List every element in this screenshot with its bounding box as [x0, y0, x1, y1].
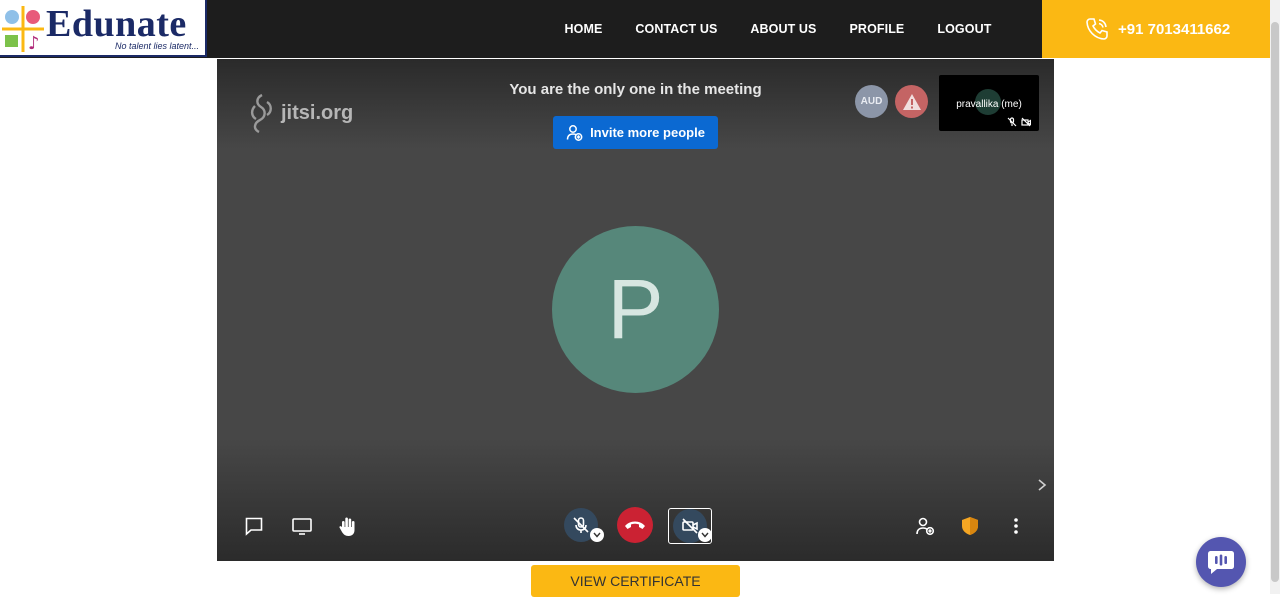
only-one-notice: You are the only one in the meeting — [509, 81, 762, 98]
jitsi-watermark[interactable]: jitsi.org — [247, 92, 353, 134]
svg-text:♪: ♪ — [28, 33, 40, 52]
nav-home[interactable]: HOME — [565, 22, 603, 36]
chat-bubble-icon — [1208, 551, 1234, 574]
mic-muted-indicator-icon — [1007, 117, 1017, 127]
phone-number: +91 7013411662 — [1118, 20, 1231, 38]
edunate-logo[interactable]: ♪ Edunate No talent lies latent... — [0, 0, 207, 57]
invite-more-people-button[interactable]: Invite more people — [553, 116, 718, 149]
self-video-thumbnail[interactable]: pravallika (me) — [939, 75, 1039, 131]
logo-text: Edunate — [46, 3, 187, 45]
chat-icon — [245, 517, 263, 536]
warning-badge[interactable] — [895, 85, 928, 118]
screen-share-icon — [292, 518, 312, 535]
mic-options-button[interactable] — [590, 528, 604, 542]
camera-off-indicator-icon — [1021, 117, 1031, 127]
participant-avatar: P — [552, 226, 719, 393]
add-person-icon — [916, 517, 935, 536]
chat-widget-button[interactable] — [1196, 537, 1246, 587]
phone-icon — [1086, 18, 1108, 40]
nav-contact-us[interactable]: CONTACT US — [635, 22, 717, 36]
chat-button[interactable] — [243, 515, 265, 537]
audio-badge[interactable]: AUD — [855, 85, 888, 118]
phone-contact[interactable]: +91 7013411662 — [1042, 0, 1270, 58]
page-scrollbar[interactable] — [1270, 0, 1280, 594]
main-nav: HOME CONTACT US ABOUT US PROFILE LOGOUT — [548, 0, 1008, 58]
security-options-button[interactable] — [959, 514, 981, 538]
chevron-right-icon[interactable] — [1035, 477, 1049, 493]
raise-hand-icon — [339, 517, 355, 536]
top-navbar: ♪ Edunate No talent lies latent... HOME … — [0, 0, 1280, 58]
jitsi-brand-text: jitsi.org — [281, 101, 354, 124]
nav-logout[interactable]: LOGOUT — [937, 22, 991, 36]
logo-tagline: No talent lies latent... — [114, 41, 199, 51]
hangup-icon — [625, 521, 645, 529]
self-name-label: pravallika (me) — [956, 99, 1022, 110]
logo-emblem-icon: ♪ — [2, 6, 44, 52]
raise-hand-button[interactable] — [336, 514, 360, 538]
chevron-down-icon — [701, 532, 709, 538]
camera-off-icon — [682, 518, 698, 534]
invite-toolbar-button[interactable] — [914, 515, 936, 537]
jitsi-logo-icon — [250, 93, 272, 134]
screen-share-button[interactable] — [290, 515, 314, 537]
nav-about-us[interactable]: ABOUT US — [750, 22, 816, 36]
invite-label: Invite more people — [590, 125, 705, 140]
more-vertical-icon — [1014, 518, 1018, 534]
jitsi-meeting-frame: jitsi.org You are the only one in the me… — [217, 59, 1054, 561]
hangup-button[interactable] — [617, 507, 653, 543]
view-certificate-button[interactable]: VIEW CERTIFICATE — [531, 565, 740, 597]
warning-icon — [902, 93, 921, 110]
camera-options-button[interactable] — [698, 528, 712, 542]
scrollbar-thumb[interactable] — [1271, 22, 1279, 582]
mic-muted-icon — [573, 517, 589, 533]
nav-profile[interactable]: PROFILE — [850, 22, 905, 36]
more-options-button[interactable] — [1007, 515, 1025, 537]
chevron-down-icon — [593, 532, 601, 538]
shield-icon — [962, 517, 978, 535]
add-person-icon — [566, 125, 583, 141]
